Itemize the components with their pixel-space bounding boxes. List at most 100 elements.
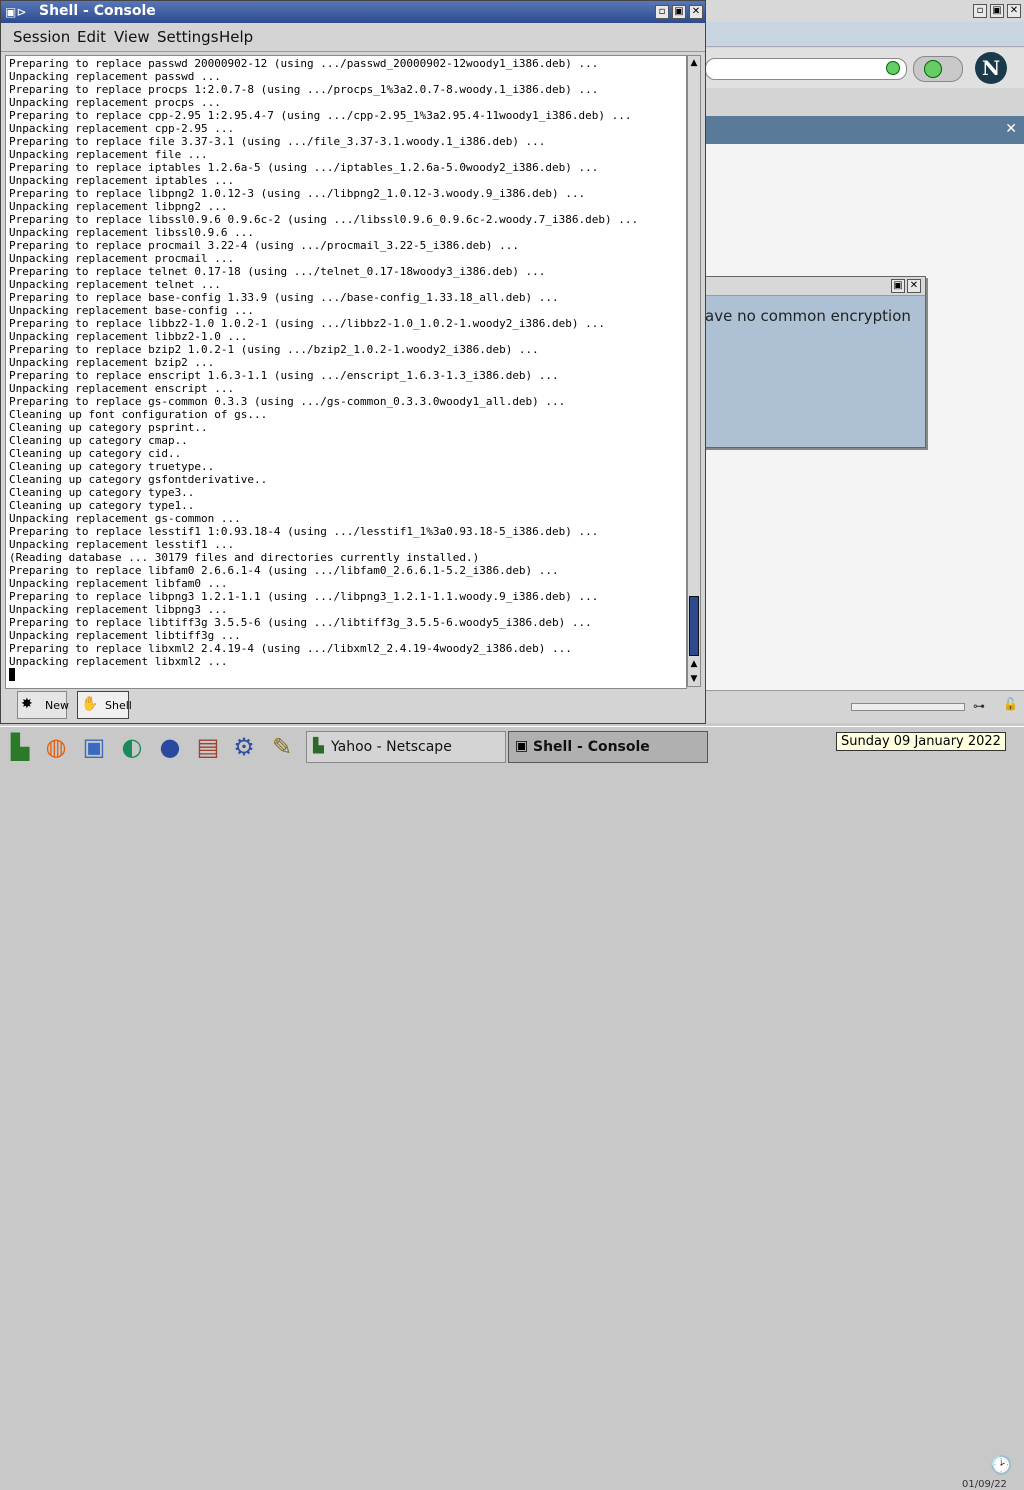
date-tooltip: Sunday 09 January 2022 xyxy=(836,732,1006,751)
clock-date[interactable]: 01/09/22 xyxy=(962,1479,1007,1490)
search-icon xyxy=(924,60,942,78)
progress-bar xyxy=(851,703,965,711)
terminal-line: Cleaning up font configuration of gs... xyxy=(9,408,268,421)
scroll-up-small-arrow-icon[interactable]: ▲ xyxy=(688,658,700,670)
terminal-line: Preparing to replace telnet 0.17-18 (usi… xyxy=(9,265,546,278)
printer-icon[interactable]: ▤ xyxy=(192,731,224,763)
terminal-output[interactable]: Preparing to replace passwd 20000902-12 … xyxy=(5,55,687,689)
scroll-down-arrow-icon[interactable]: ▼ xyxy=(688,672,700,686)
window-title: Shell - Console xyxy=(39,3,156,19)
close-button[interactable]: ✕ xyxy=(689,5,703,19)
text-editor-icon[interactable]: ✎ xyxy=(266,731,298,763)
shell-icon: ✋ xyxy=(81,696,99,712)
terminal-line: Preparing to replace procmail 3.22-4 (us… xyxy=(9,239,519,252)
terminal-line: Unpacking replacement cpp-2.95 ... xyxy=(9,122,235,135)
netscape-toolbar xyxy=(701,22,1024,47)
menu-help[interactable]: Help xyxy=(219,28,253,46)
cube-icon[interactable]: ▣ xyxy=(78,731,110,763)
terminal-line: Preparing to replace enscript 1.6.3-1.1 … xyxy=(9,369,559,382)
terminal-line: (Reading database ... 30179 files and di… xyxy=(9,551,480,564)
new-session-button[interactable]: ✸ New xyxy=(17,691,69,719)
dialog-titlebar: ▣ ✕ xyxy=(705,277,925,296)
terminal-line: Cleaning up category psprint.. xyxy=(9,421,208,434)
globe-icon[interactable]: ● xyxy=(154,731,186,763)
terminal-lines: Preparing to replace passwd 20000902-12 … xyxy=(9,57,638,668)
terminal-line: Preparing to replace base-config 1.33.9 … xyxy=(9,291,559,304)
netscape-sidebar-header: ✕ xyxy=(701,116,1024,144)
task-console[interactable]: ▣ Shell - Console xyxy=(508,731,708,763)
scroll-up-arrow-icon[interactable]: ▲ xyxy=(688,56,700,70)
terminal-line: Unpacking replacement libxml2 ... xyxy=(9,655,228,668)
session-tab-bar: ✸ New ✋ Shell xyxy=(1,689,705,723)
menu-session[interactable]: Session xyxy=(13,28,70,46)
terminal-line: Preparing to replace libpng2 1.0.12-3 (u… xyxy=(9,187,586,200)
konqueror-icon[interactable]: ⚙ xyxy=(228,731,260,763)
terminal-line: Unpacking replacement passwd ... xyxy=(9,70,221,83)
dialog-message: ave no common encryption xyxy=(705,307,911,325)
terminal-line: Cleaning up category cid.. xyxy=(9,447,182,460)
netscape-status-bar: ⊶ 🔓 xyxy=(701,690,1024,723)
menu-bar: Session Edit View Settings Help xyxy=(1,23,705,52)
runner-icon[interactable]: ◐ xyxy=(116,731,148,763)
connection-icon: ⊶ xyxy=(973,699,985,713)
new-session-icon: ✸ xyxy=(21,696,33,712)
terminal-line: Unpacking replacement libssl0.9.6 ... xyxy=(9,226,255,239)
terminal-line: Unpacking replacement file ... xyxy=(9,148,208,161)
vertical-scrollbar[interactable]: ▲ ▲ ▼ xyxy=(687,55,701,687)
netscape-logo-icon[interactable]: N xyxy=(975,52,1007,84)
terminal-line: Unpacking replacement libpng3 ... xyxy=(9,603,228,616)
clock-icon[interactable]: 🕑 xyxy=(990,1455,1012,1477)
terminal-line: Unpacking replacement iptables ... xyxy=(9,174,235,187)
terminal-line: Preparing to replace passwd 20000902-12 … xyxy=(9,57,599,70)
terminal-line: Preparing to replace iptables 1.2.6a-5 (… xyxy=(9,161,599,174)
terminal-line: Unpacking replacement enscript ... xyxy=(9,382,235,395)
terminal-line: Unpacking replacement telnet ... xyxy=(9,278,221,291)
terminal-line: Preparing to replace libpng3 1.2.1-1.1 (… xyxy=(9,590,599,603)
minimize-button[interactable]: ▫ xyxy=(655,5,669,19)
scrollbar-thumb[interactable] xyxy=(689,596,699,656)
menu-settings[interactable]: Settings xyxy=(157,28,219,46)
terminal-line: Preparing to replace libtiff3g 3.5.5-6 (… xyxy=(9,616,592,629)
task-netscape[interactable]: ▙ Yahoo - Netscape xyxy=(306,731,506,763)
terminal-line: Unpacking replacement libpng2 ... xyxy=(9,200,228,213)
close-icon[interactable]: ✕ xyxy=(1005,121,1017,137)
terminal-line: Preparing to replace file 3.37-3.1 (usin… xyxy=(9,135,546,148)
terminal-line: Preparing to replace lesstif1 1:0.93.18-… xyxy=(9,525,599,538)
menu-edit[interactable]: Edit xyxy=(77,28,106,46)
terminal-line: Unpacking replacement procmail ... xyxy=(9,252,235,265)
lifebuoy-help-icon[interactable]: ◍ xyxy=(40,731,72,763)
maximize-button[interactable]: ▣ xyxy=(672,5,686,19)
console-titlebar: ▣⊳ Shell - Console ▫ ▣ ✕ xyxy=(1,1,705,23)
netscape-location-bar: N xyxy=(701,48,1024,88)
terminal-line: Preparing to replace libfam0 2.6.6.1-4 (… xyxy=(9,564,559,577)
url-input[interactable] xyxy=(705,58,907,80)
console-window: ▣⊳ Shell - Console ▫ ▣ ✕ Session Edit Vi… xyxy=(0,0,706,724)
terminal-line: Unpacking replacement libfam0 ... xyxy=(9,577,228,590)
terminal-line: Preparing to replace procps 1:2.0.7-8 (u… xyxy=(9,83,599,96)
alert-dialog: ▣ ✕ ave no common encryption xyxy=(704,276,926,448)
window-menu-icon[interactable]: ▣⊳ xyxy=(5,4,33,20)
terminal-line: Cleaning up category type3.. xyxy=(9,486,195,499)
terminal-line: Unpacking replacement procps ... xyxy=(9,96,221,109)
console-icon: ▣ xyxy=(515,738,529,754)
dialog-close-button[interactable]: ✕ xyxy=(907,279,921,293)
menu-view[interactable]: View xyxy=(114,28,150,46)
kde-menu-icon[interactable]: ▙ xyxy=(4,731,36,763)
netscape-close-button[interactable]: ✕ xyxy=(1007,4,1021,18)
terminal-line: Preparing to replace bzip2 1.0.2-1 (usin… xyxy=(9,343,539,356)
terminal-line: Cleaning up category type1.. xyxy=(9,499,195,512)
netscape-maximize-button[interactable]: ▣ xyxy=(990,4,1004,18)
tab-shell[interactable]: ✋ Shell xyxy=(77,691,132,719)
search-go-button[interactable] xyxy=(913,56,963,82)
dialog-maximize-button[interactable]: ▣ xyxy=(891,279,905,293)
netscape-minimize-button[interactable]: ▫ xyxy=(973,4,987,18)
terminal-line: Unpacking replacement base-config ... xyxy=(9,304,255,317)
terminal-line: Unpacking replacement gs-common ... xyxy=(9,512,241,525)
terminal-line: Preparing to replace libbz2-1.0 1.0.2-1 … xyxy=(9,317,606,330)
terminal-line: Preparing to replace libssl0.9.6 0.9.6c-… xyxy=(9,213,639,226)
terminal-line: Unpacking replacement bzip2 ... xyxy=(9,356,215,369)
text-cursor xyxy=(9,668,15,681)
terminal-line: Preparing to replace libxml2 2.4.19-4 (u… xyxy=(9,642,572,655)
terminal-line: Preparing to replace gs-common 0.3.3 (us… xyxy=(9,395,566,408)
lock-icon[interactable]: 🔓 xyxy=(1003,697,1019,713)
